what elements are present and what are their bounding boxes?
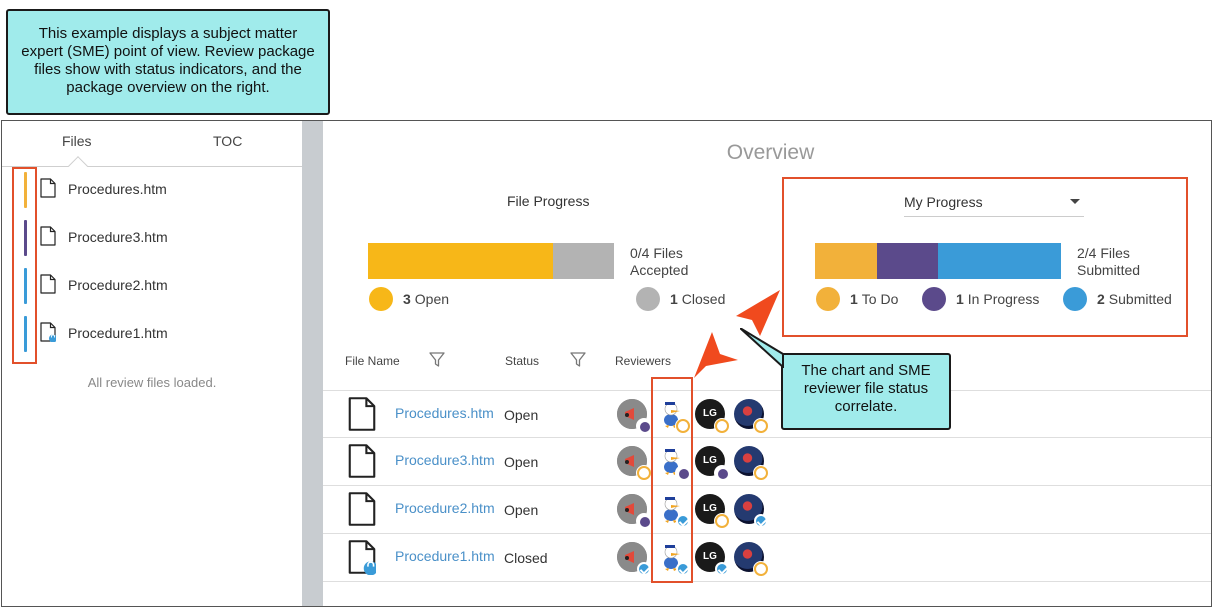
avatar-initials: LG [703,455,717,466]
open-count: 3 [403,291,411,307]
file-icon-wrapper [40,178,56,203]
column-header-status[interactable]: Status [505,354,539,368]
reviewer-avatar-dark[interactable] [734,446,768,480]
filter-icon[interactable] [569,351,587,369]
file-list-item[interactable]: Procedure3.htm [2,218,302,258]
info-callout-middle: The chart and SME reviewer file status c… [781,353,951,430]
reviewer-avatar-dark[interactable] [734,542,768,576]
reviewer-avatar-dark[interactable] [734,399,768,433]
open-dot-icon [369,287,393,311]
callout-middle-text: The chart and SME reviewer file status c… [801,362,931,415]
file-progress-open-segment [368,243,553,279]
file-name-label: Procedure3.htm [68,229,168,245]
to-do-badge-icon [754,419,768,433]
my-progress-highlight [782,177,1188,337]
file-icon [40,274,56,294]
reviewer-avatar-gray[interactable] [617,399,651,433]
avatar-initials: LG [703,503,717,514]
file-progress-summary-count: 0/4 Files [630,245,683,261]
in-progress-badge-icon [637,514,651,528]
closed-dot-icon [636,287,660,311]
row-file-icon-wrapper [348,443,376,484]
file-name-link[interactable]: Procedure2.htm [395,500,495,516]
table-row[interactable]: Procedure2.htm Open LG [323,486,1211,534]
row-file-icon-wrapper [348,396,376,437]
overview-title: Overview [726,141,815,164]
avatar-initials: LG [703,408,717,419]
reviewer-avatar-dark[interactable] [734,494,768,528]
table-row[interactable]: Procedure3.htm Open LG [323,438,1211,486]
file-name-label: Procedure1.htm [68,325,168,341]
file-name-label: Procedures.htm [68,181,167,197]
to-do-badge-icon [754,466,768,480]
file-progress-summary-label: Accepted [630,262,689,278]
reviewer-avatar-lg[interactable]: LG [695,494,729,528]
reviewer-avatar-lg[interactable]: LG [695,542,729,576]
column-header-reviewers: Reviewers [615,354,672,368]
avatar-initials: LG [703,551,717,562]
pane-tabs: Files TOC [2,121,302,167]
table-row[interactable]: Procedure1.htm Closed LG [323,534,1211,582]
file-name-link[interactable]: Procedures.htm [395,405,494,421]
in-progress-badge-icon [637,419,651,433]
legend-open: 3 Open [369,287,449,311]
file-status-text: Open [504,502,539,518]
reviewer-avatar-gray[interactable] [617,494,651,528]
file-list-item[interactable]: Procedures.htm [2,170,302,210]
file-list-item[interactable]: Procedure2.htm [2,266,302,306]
closed-count: 1 [670,291,678,307]
submitted-check-icon [715,562,729,576]
reviewer-avatar-lg[interactable]: LG [695,399,729,433]
submitted-check-icon [754,514,768,528]
callout-pointer-icon [740,328,784,368]
file-progress-closed-segment [552,243,614,279]
reviewer-avatar-lg[interactable]: LG [695,446,729,480]
file-icon [348,397,376,431]
reviewer-avatar-gray[interactable] [617,446,651,480]
file-icon-wrapper [40,226,56,251]
column-header-file-name[interactable]: File Name [345,354,400,368]
row-file-icon-wrapper [348,491,376,532]
file-icon-wrapper [40,274,56,299]
to-do-badge-icon [715,419,729,433]
file-status-text: Open [504,454,539,470]
tab-toc[interactable]: TOC [213,133,242,149]
files-loaded-message: All review files loaded. [87,375,217,390]
locked-file-icon [348,540,378,576]
filter-icon[interactable] [428,351,446,369]
file-icon-wrapper [40,322,57,347]
review-app-window: Files TOC Procedures.htm Procedure3.htm Pr… [1,120,1212,607]
file-name-link[interactable]: Procedure1.htm [395,548,495,564]
row-file-icon-wrapper [348,539,378,580]
file-list-item[interactable]: Procedure1.htm [2,314,302,354]
to-do-badge-icon [637,466,651,480]
to-do-badge-icon [754,562,768,576]
file-icon [40,178,56,198]
table-row[interactable]: Procedures.htm Open LG [323,390,1211,438]
reviewer-column-highlight [651,377,693,583]
file-icon [348,492,376,526]
status-indicator-highlight [12,167,37,364]
to-do-badge-icon [715,514,729,528]
locked-file-icon [40,322,57,343]
file-progress-summary: 0/4 Files Accepted [630,245,688,279]
file-icon [348,444,376,478]
file-status-text: Closed [504,550,548,566]
file-status-text: Open [504,407,539,423]
open-label: Open [414,291,450,307]
submitted-check-icon [637,562,651,576]
file-progress-bar [368,243,614,279]
pane-splitter[interactable] [302,121,323,606]
tab-files[interactable]: Files [62,133,92,149]
reviewer-avatar-gray[interactable] [617,542,651,576]
info-callout-top: This example displays a subject matter e… [6,9,330,115]
file-name-link[interactable]: Procedure3.htm [395,452,495,468]
file-progress-title: File Progress [507,193,590,209]
in-progress-badge-icon [715,466,729,480]
callout-top-text: This example displays a subject matter e… [21,25,315,96]
file-name-label: Procedure2.htm [68,277,168,293]
files-pane: Files TOC Procedures.htm Procedure3.htm Pr… [2,121,302,606]
file-icon [40,226,56,246]
